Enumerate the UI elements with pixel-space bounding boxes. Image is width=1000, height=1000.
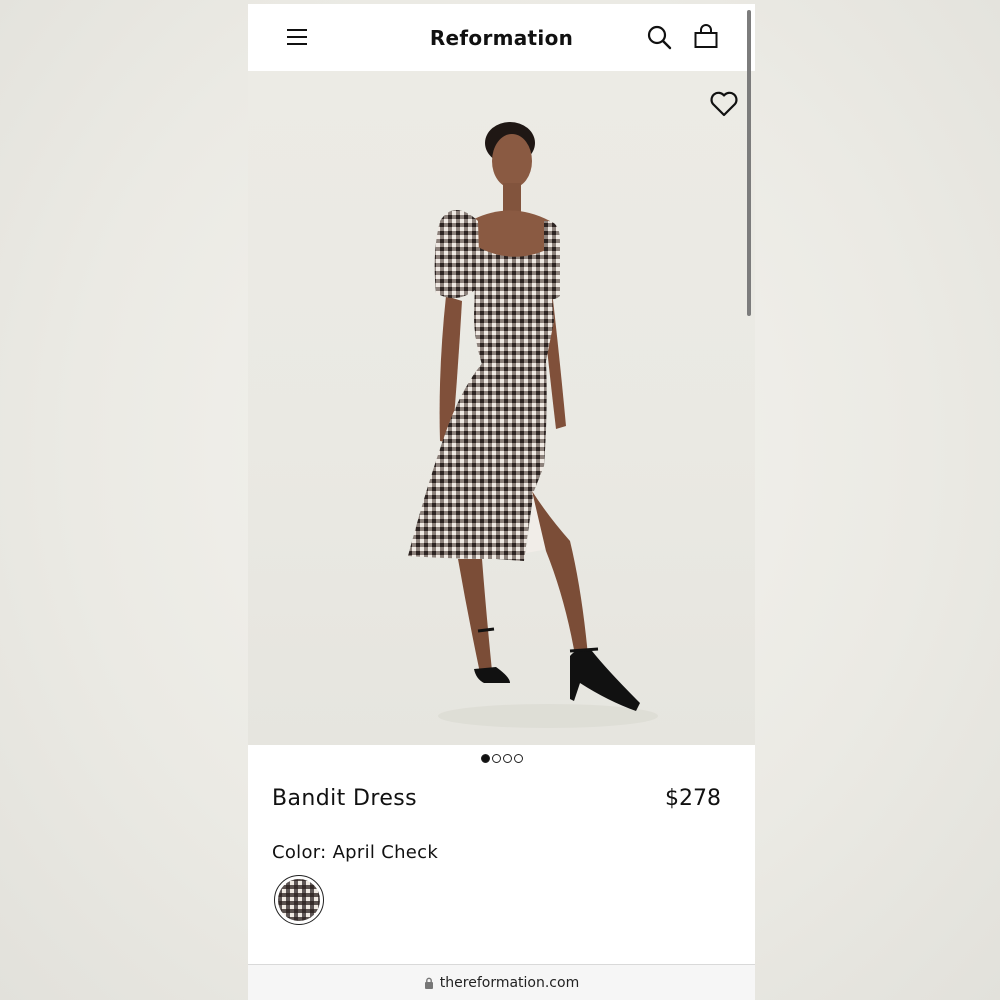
carousel-dot-2[interactable] [491, 754, 501, 763]
model-photo [408, 122, 658, 728]
color-swatch-april-check[interactable] [274, 875, 324, 925]
color-label: Color: April Check [272, 842, 439, 863]
image-carousel-indicator [248, 754, 755, 766]
page-scrollbar[interactable] [747, 10, 751, 316]
product-name: Bandit Dress [272, 786, 417, 811]
mobile-page: Reformation Bandit Dress $278 Color: Apr… [248, 4, 755, 1000]
site-header: Reformation [248, 4, 755, 71]
carousel-dot-4[interactable] [513, 754, 523, 763]
gingham-swatch-icon [278, 879, 320, 921]
heart-icon[interactable] [709, 89, 739, 119]
product-image[interactable] [248, 71, 755, 745]
url-text: thereformation.com [439, 975, 580, 991]
product-price: $278 [665, 786, 721, 811]
carousel-dot-1[interactable] [480, 754, 490, 763]
search-icon[interactable] [646, 24, 672, 50]
carousel-dot-3[interactable] [502, 754, 512, 763]
brand-logo[interactable]: Reformation [430, 26, 573, 50]
shopping-bag-icon[interactable] [693, 24, 719, 50]
lock-icon [424, 977, 433, 989]
browser-address-bar[interactable]: thereformation.com [248, 964, 755, 1000]
hamburger-menu-icon[interactable] [284, 24, 310, 50]
